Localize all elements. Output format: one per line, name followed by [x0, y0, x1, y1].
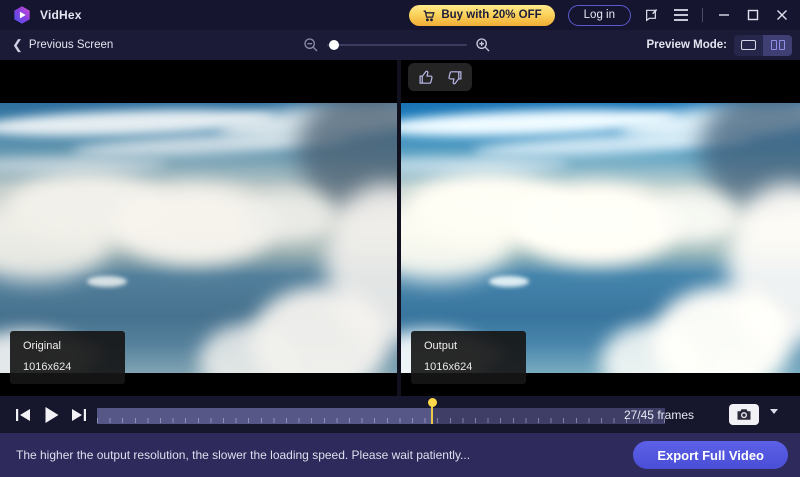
original-label-title: Original [23, 340, 61, 352]
rating-toolbar [408, 63, 472, 91]
playback-bar: 27/45 frames [0, 396, 800, 433]
output-label-resolution: 1016x624 [424, 361, 473, 373]
brand: VidHex [12, 5, 82, 25]
original-label-resolution: 1016x624 [23, 361, 72, 373]
previous-screen-button[interactable]: ❮ Previous Screen [12, 36, 114, 52]
camera-icon [737, 409, 751, 420]
app-window: VidHex Buy with 20% OFF Log in ❮ Previou… [0, 0, 800, 477]
output-label-title: Output [424, 340, 458, 352]
single-view-icon [741, 40, 756, 50]
thumbs-up-icon [419, 70, 433, 84]
next-frame-icon [72, 408, 86, 421]
comparison-viewer: Original 1016x624 Output 1016x624 [0, 60, 800, 396]
login-button[interactable]: Log in [567, 4, 631, 26]
zoom-control [303, 37, 495, 53]
status-notice: The higher the output resolution, the sl… [16, 448, 471, 462]
minimize-button[interactable] [716, 7, 732, 23]
split-view-icon [770, 40, 777, 50]
buy-button[interactable]: Buy with 20% OFF [409, 4, 555, 26]
play-icon [45, 406, 58, 423]
snapshot-button[interactable] [729, 404, 759, 425]
next-frame-button[interactable] [70, 406, 88, 424]
previous-frame-icon [16, 408, 30, 421]
single-view-button[interactable] [734, 35, 763, 56]
titlebar-actions: Buy with 20% OFF Log in [409, 4, 790, 26]
timeline-played [97, 408, 433, 424]
buy-button-label: Buy with 20% OFF [441, 9, 542, 21]
original-label: Original 1016x624 [10, 331, 125, 384]
titlebar-divider [702, 8, 703, 22]
feedback-icon[interactable] [644, 7, 660, 23]
play-button[interactable] [42, 406, 60, 424]
toolbar: ❮ Previous Screen Preview Mode: [0, 30, 800, 60]
zoom-out-icon[interactable] [303, 37, 319, 53]
thumbs-down-button[interactable] [444, 67, 464, 87]
footer: The higher the output resolution, the sl… [0, 433, 800, 477]
zoom-slider[interactable] [327, 40, 467, 50]
close-button[interactable] [774, 7, 790, 23]
chevron-left-icon: ❮ [12, 36, 23, 52]
timeline[interactable] [97, 398, 665, 424]
snapshot-dropdown-caret[interactable] [770, 409, 778, 414]
output-video-panel: Output 1016x624 [401, 60, 800, 396]
output-label: Output 1016x624 [411, 331, 526, 384]
zoom-slider-knob[interactable] [329, 40, 339, 50]
app-title: VidHex [40, 8, 82, 22]
split-view-button[interactable] [763, 34, 792, 56]
frame-counter: 27/45 frames [623, 407, 694, 422]
cart-icon [422, 9, 435, 22]
titlebar: VidHex Buy with 20% OFF Log in [0, 0, 800, 30]
thumbs-down-icon [447, 70, 461, 84]
preview-mode-label: Preview Mode: [646, 39, 727, 51]
menu-icon[interactable] [673, 7, 689, 23]
vidhex-logo-icon [12, 5, 32, 25]
export-button[interactable]: Export Full Video [633, 441, 788, 469]
transport-controls [14, 406, 88, 424]
preview-mode-switch [734, 34, 792, 56]
zoom-in-icon[interactable] [475, 37, 491, 53]
previous-screen-label: Previous Screen [28, 39, 114, 51]
preview-mode-control: Preview Mode: [646, 34, 792, 56]
thumbs-up-button[interactable] [416, 67, 436, 87]
previous-frame-button[interactable] [14, 406, 32, 424]
original-video-panel: Original 1016x624 [0, 60, 397, 396]
playhead[interactable] [427, 398, 437, 424]
maximize-button[interactable] [745, 7, 761, 23]
